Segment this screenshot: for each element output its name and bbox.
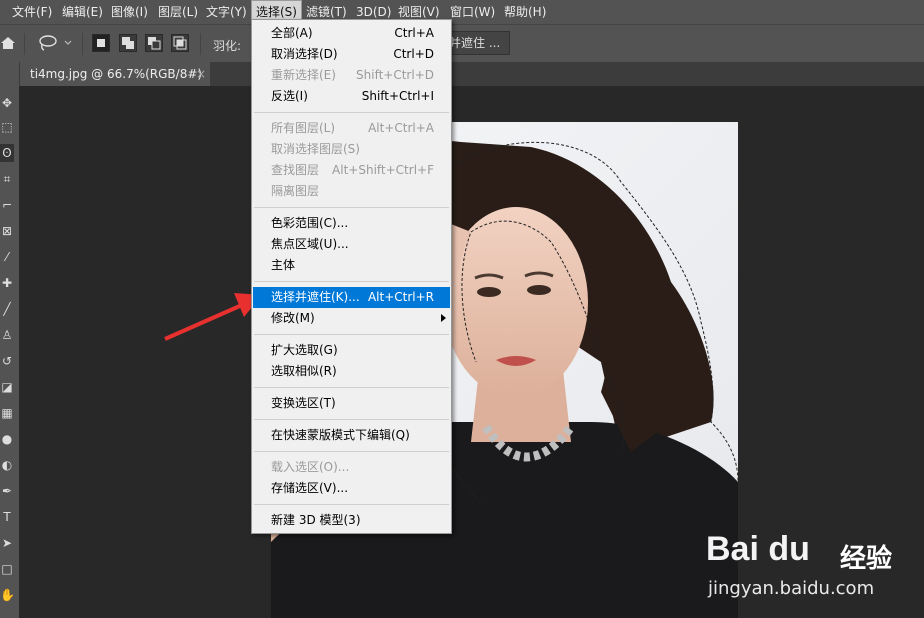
menu-item-deselect-layers[interactable]: 取消选择图层(S) [253,139,450,160]
menu-file[interactable]: 文件(F) [8,0,56,24]
menu-item-find-layers[interactable]: 查找图层 Alt+Shift+Ctrl+F [253,160,450,181]
menu-item-similar[interactable]: 选取相似(R) [253,361,450,382]
marquee-tool-icon[interactable]: ⬚ [0,118,14,136]
menu-item-isolate-layers[interactable]: 隔离图层 [253,181,450,202]
type-tool-icon[interactable]: T [0,508,14,526]
watermark-logo: Bai du [706,530,810,568]
close-tab-icon[interactable]: × [196,62,206,86]
hand-tool-icon[interactable]: ✋ [0,586,15,604]
eraser-tool-icon[interactable]: ◪ [0,378,14,396]
gradient-tool-icon[interactable]: ▦ [0,404,14,422]
tools-panel: ✥ ⬚ ʘ ⌗ ⌐ ⊠ ⁄ ✚ ╱ ♙ ↺ ◪ ▦ ● ◐ ✒ T ➤ □ ✋ [0,62,19,618]
menu-separator [254,504,449,505]
divider [200,33,201,55]
menu-item-reselect[interactable]: 重新选择(E) Shift+Ctrl+D [253,65,450,86]
menu-item-subject[interactable]: 主体 [253,255,450,276]
menu-item-quick-mask[interactable]: 在快速蒙版模式下编辑(Q) [253,425,450,446]
home-icon[interactable] [0,35,16,51]
menu-layer[interactable]: 图层(L) [154,0,202,24]
menu-item-inverse[interactable]: 反选(I) Shift+Ctrl+I [253,86,450,107]
clone-stamp-tool-icon[interactable]: ♙ [0,326,14,344]
new-selection-button[interactable] [92,34,110,52]
menu-item-grow[interactable]: 扩大选取(G) [253,340,450,361]
feather-label: 羽化: [213,39,242,53]
options-bar: 羽化: 并遮住 ... [0,24,924,62]
menu-item-all-layers[interactable]: 所有图层(L) Alt+Ctrl+A [253,118,450,139]
menu-help[interactable]: 帮助(H) [500,0,550,24]
crop-tool-icon[interactable]: ⌐ [0,196,14,214]
menu-item-load-selection[interactable]: 载入选区(O)... [253,457,450,478]
brush-tool-icon[interactable]: ╱ [0,300,14,318]
submenu-arrow-icon [441,314,446,322]
menu-separator [254,419,449,420]
divider [82,33,83,55]
menu-bar: 文件(F) 编辑(E) 图像(I) 图层(L) 文字(Y) 选择(S) 滤镜(T… [0,0,924,24]
intersect-selection-icon [173,36,187,50]
quick-select-tool-icon[interactable]: ⌗ [0,170,14,188]
menu-window[interactable]: 窗口(W) [446,0,499,24]
subtract-from-selection-button[interactable] [145,34,163,52]
divider [24,33,25,55]
menu-image[interactable]: 图像(I) [107,0,152,24]
healing-brush-tool-icon[interactable]: ✚ [0,274,14,292]
watermark-brand: 经验 [840,544,893,574]
dodge-tool-icon[interactable]: ◐ [0,456,14,474]
menu-item-modify[interactable]: 修改(M) [253,308,450,329]
subtract-selection-icon [148,37,161,50]
menu-type[interactable]: 文字(Y) [202,0,251,24]
menu-separator [254,334,449,335]
lasso-tool-icon[interactable] [38,34,74,52]
eyedropper-tool-icon[interactable]: ⁄ [0,248,14,266]
add-selection-icon [122,37,134,49]
watermark-url: jingyan.baidu.com [708,578,875,599]
menu-item-all[interactable]: 全部(A) Ctrl+A [253,23,450,44]
menu-item-save-selection[interactable]: 存储选区(V)... [253,478,450,499]
path-select-tool-icon[interactable]: ➤ [0,534,14,552]
menu-item-deselect[interactable]: 取消选择(D) Ctrl+D [253,44,450,65]
add-to-selection-button[interactable] [119,34,137,52]
select-menu-dropdown: 全部(A) Ctrl+A 取消选择(D) Ctrl+D 重新选择(E) Shift+C… [251,19,452,534]
document-tab[interactable]: ti4mg.jpg @ 66.7%(RGB/8#) * × [20,62,210,105]
intersect-selection-button[interactable] [171,34,189,52]
menu-item-select-and-mask[interactable]: 选择并遮住(K)... Alt+Ctrl+R [253,287,450,308]
menu-item-transform-selection[interactable]: 变换选区(T) [253,393,450,414]
menu-separator [254,281,449,282]
menu-item-color-range[interactable]: 色彩范围(C)... [253,213,450,234]
history-brush-tool-icon[interactable]: ↺ [0,352,14,370]
pen-tool-icon[interactable]: ✒ [0,482,14,500]
frame-tool-icon[interactable]: ⊠ [0,222,14,240]
shape-tool-icon[interactable]: □ [0,560,14,578]
menu-separator [254,207,449,208]
menu-separator [254,112,449,113]
move-tool-icon[interactable]: ✥ [0,94,14,112]
menu-item-new-3d-model[interactable]: 新建 3D 模型(3) [253,510,450,531]
document-tab-strip: ti4mg.jpg @ 66.7%(RGB/8#) * × [19,62,924,105]
menu-item-focus-area[interactable]: 焦点区域(U)... [253,234,450,255]
menu-edit[interactable]: 编辑(E) [58,0,107,24]
blur-tool-icon[interactable]: ● [0,430,14,448]
menu-separator [254,451,449,452]
menu-separator [254,387,449,388]
lasso-tool-icon[interactable]: ʘ [0,144,14,162]
